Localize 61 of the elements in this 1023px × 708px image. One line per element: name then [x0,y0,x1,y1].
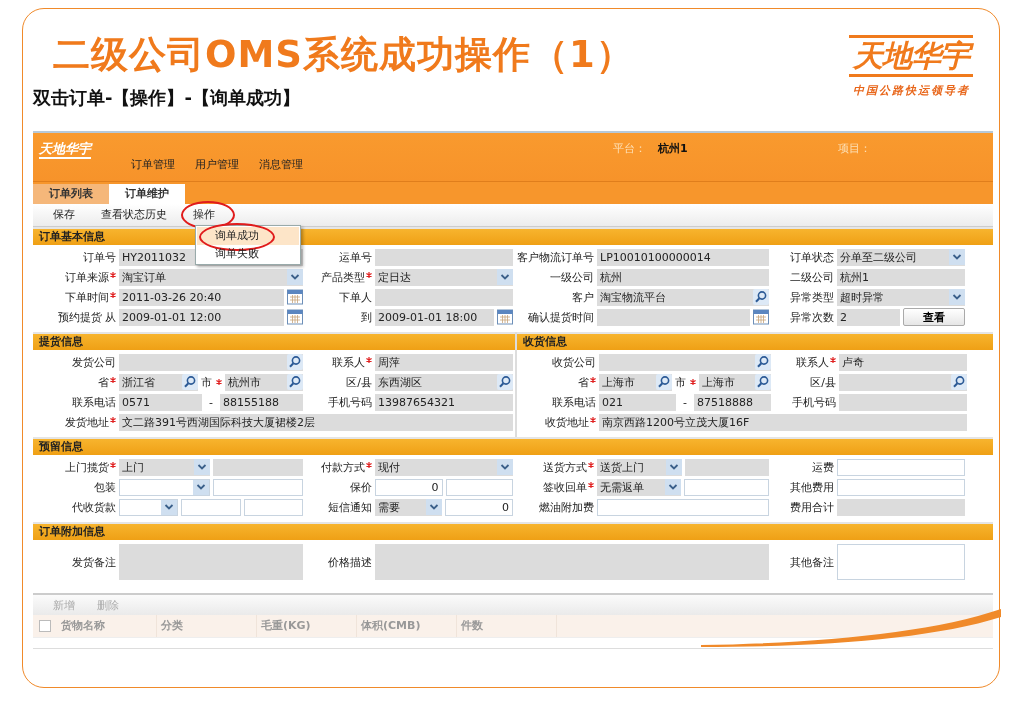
field-label: 联系人 [332,354,365,370]
field-label: 联系电话 [552,394,596,410]
field-label: 订单来源 [65,269,109,285]
field-label: 省 [578,374,589,390]
field-label: 客户物流订单号 [517,249,594,265]
field-label: 发货地址 [65,414,109,430]
field-label: 发货公司 [72,354,116,370]
field-label: 代收货款 [72,499,116,515]
field-label: 费用合计 [790,499,834,515]
platform-label: 平台： [613,141,646,156]
field-label: 到 [361,309,372,325]
field-label: 市 [200,374,212,390]
field-label: 运单号 [339,249,372,265]
field-label: 省 [98,374,109,390]
field-label: 下单人 [339,289,372,305]
field-label: 其他费用 [790,479,834,495]
slide-title: 二级公司OMS系统成功操作（1） [52,32,634,78]
field-label: 订单号 [83,249,116,265]
app-logo: 天地华宇 [39,141,91,159]
field-label: 短信通知 [328,499,372,515]
field-label: 联系人 [796,354,829,370]
field-label: 保价 [350,479,372,495]
field-label: 区/县 [346,374,372,390]
field-label: 付款方式 [321,459,365,475]
field-label: 手机号码 [328,394,372,410]
field-label: 区/县 [810,374,836,390]
field-label: 产品类型 [321,269,365,285]
field-label: 预约提货 从 [57,309,116,325]
field-label: 上门揽货 [65,459,109,475]
project-label: 项目： [838,141,871,156]
field-label: 下单时间 [65,289,109,305]
field-label: 燃油附加费 [539,499,594,515]
field-label: 送货方式 [543,459,587,475]
platform-value: 杭州1 [658,141,688,156]
field-label: 订单状态 [790,249,834,265]
brand-slogan: 中国公路快运领导者 [852,83,970,98]
section-header: 收货信息 [517,332,993,350]
field-label: 客户 [572,289,594,305]
field-label: 其他备注 [790,554,834,570]
separator-text: - [208,395,214,409]
slide-subtitle: 双击订单-【操作】-【询单成功】 [33,86,301,110]
separator-text: - [682,395,688,409]
field-label: 异常类型 [790,289,834,305]
field-label: 手机号码 [792,394,836,410]
field-label: 确认提货时间 [528,309,594,325]
section-header: 提货信息 [33,332,515,350]
field-label: 价格描述 [328,554,372,570]
field-label: 联系电话 [72,394,116,410]
field-label: 发货备注 [72,554,116,570]
field-label: 收货公司 [552,354,596,370]
field-label: 包装 [94,479,116,495]
field-label: 签收回单 [543,479,587,495]
section-header: 预留信息 [33,437,993,455]
field-label: 收货地址 [545,414,589,430]
field-label: 运费 [812,459,834,475]
brand-logo: 天地华宇 [849,35,973,77]
field-label: 一级公司 [550,269,594,285]
field-label: 市 [674,374,686,390]
field-label: 二级公司 [790,269,834,285]
section-header: 订单附加信息 [33,522,993,540]
field-label: 异常次数 [790,309,834,325]
